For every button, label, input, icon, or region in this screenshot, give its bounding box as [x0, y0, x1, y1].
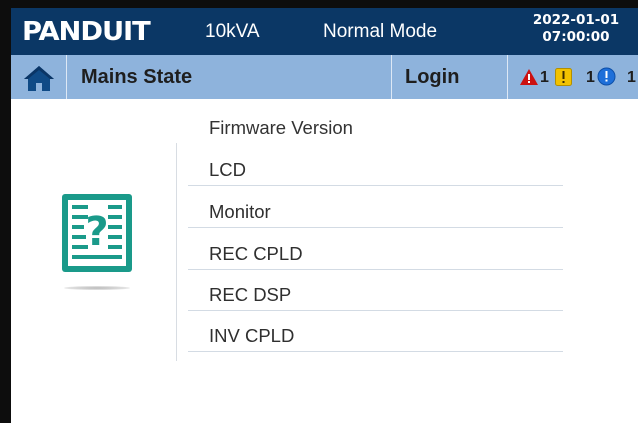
- svg-text:?: ?: [85, 209, 108, 255]
- row-label-rec-cpld: REC CPLD: [209, 243, 303, 264]
- list-item[interactable]: REC CPLD: [188, 227, 563, 270]
- mains-state-label[interactable]: Mains State: [81, 65, 192, 89]
- top-header-bar: PANDUIT 10kVA Normal Mode 2022-01-01 07:…: [11, 8, 638, 55]
- status-bar: Mains State Login 1 1 1: [11, 55, 638, 99]
- list-item[interactable]: REC DSP: [188, 268, 563, 311]
- icon-shadow: [64, 286, 130, 290]
- list-item[interactable]: Monitor: [188, 185, 563, 228]
- time-text: 07:00:00: [542, 29, 610, 45]
- bezel-left: [0, 0, 11, 423]
- operating-mode: Normal Mode: [323, 21, 438, 42]
- extra-count: 1: [627, 69, 636, 86]
- panel-divider: [176, 143, 177, 361]
- home-button[interactable]: [22, 63, 56, 93]
- home-icon: [24, 66, 54, 91]
- info-count: 1: [586, 69, 595, 86]
- info-circle-icon: [597, 67, 616, 86]
- row-label-monitor: Monitor: [209, 201, 271, 222]
- power-rating: 10kVA: [205, 21, 260, 42]
- brand-logo: PANDUIT: [22, 17, 151, 47]
- alarm-count: 1: [540, 69, 549, 86]
- row-label-inv-cpld: INV CPLD: [209, 325, 295, 346]
- help-document-icon: ?: [61, 193, 133, 273]
- bezel-top: [0, 0, 638, 8]
- date-text: 2022-01-01: [532, 12, 620, 28]
- alarm-summary[interactable]: 1 1 1: [511, 55, 638, 99]
- list-item[interactable]: INV CPLD: [188, 309, 563, 352]
- date-time: 2022-01-01 07:00:00: [520, 12, 632, 46]
- list-item[interactable]: LCD: [188, 143, 563, 186]
- row-label-lcd: LCD: [209, 159, 247, 180]
- firmware-version-title: Firmware Version: [209, 117, 353, 138]
- divider: [66, 55, 67, 99]
- login-button[interactable]: Login: [405, 65, 459, 89]
- divider: [391, 55, 392, 99]
- divider: [507, 55, 508, 99]
- row-label-rec-dsp: REC DSP: [209, 284, 292, 305]
- alarm-triangle-icon: [520, 69, 538, 85]
- warning-square-icon: [555, 68, 572, 86]
- app-screen: PANDUIT 10kVA Normal Mode 2022-01-01 07:…: [0, 0, 638, 423]
